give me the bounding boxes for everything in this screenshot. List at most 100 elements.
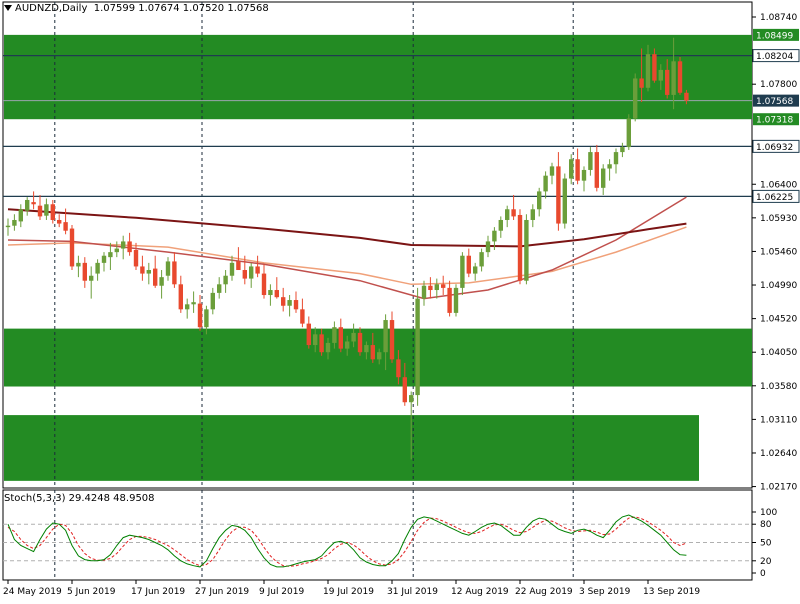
- candle-body: [31, 202, 36, 205]
- stoch-axis-label: 20: [760, 557, 772, 567]
- candle-body: [575, 159, 580, 181]
- candle-body: [389, 320, 395, 360]
- candle-body: [601, 168, 606, 188]
- candle-body: [409, 395, 414, 403]
- candle-body: [325, 342, 331, 353]
- candle-body: [639, 78, 644, 88]
- candle-body: [594, 152, 599, 188]
- support-resistance-zone: [4, 34, 752, 120]
- price-axis-label: 1.03580: [760, 382, 797, 392]
- candle-body: [645, 54, 651, 88]
- price-axis-label: 1.07800: [760, 80, 797, 90]
- candle-body: [562, 178, 567, 224]
- candle-body: [178, 284, 183, 310]
- chart-window[interactable]: 1.08740 1.07800 1.06400 1.05930 1.05460 1.049…: [0, 0, 800, 600]
- price-axis-label: 1.08740: [760, 13, 797, 23]
- candle-body: [402, 377, 407, 403]
- candle-body: [434, 284, 439, 291]
- candle-body: [223, 275, 228, 285]
- candle-body: [313, 334, 318, 346]
- candle-body: [229, 262, 235, 276]
- candle-body: [415, 298, 420, 396]
- candle-body: [581, 169, 587, 181]
- candle-body: [217, 284, 222, 293]
- candle-body: [537, 191, 542, 210]
- candle-body: [44, 204, 49, 216]
- candle-body: [428, 285, 433, 291]
- candle-body: [281, 297, 286, 306]
- candle-body: [549, 166, 555, 176]
- candle-body: [255, 266, 260, 274]
- ma-mid-line: [7, 196, 687, 300]
- candle-body: [658, 69, 663, 81]
- price-axis-label: 1.02640: [760, 449, 797, 459]
- candle-body: [268, 290, 273, 296]
- candle-body: [473, 266, 478, 274]
- candle-body: [460, 255, 465, 288]
- candle-body: [479, 252, 484, 267]
- candle-body: [191, 302, 196, 305]
- candle-body: [338, 327, 343, 349]
- candle-body: [453, 287, 459, 313]
- time-axis-label: 22 Aug 2019: [515, 587, 573, 597]
- time-axis-label: 9 Jul 2019: [259, 587, 304, 597]
- dropdown-arrow-icon[interactable]: [4, 5, 12, 11]
- candle-body: [146, 270, 151, 274]
- candle-body: [620, 147, 625, 153]
- candle-body: [76, 262, 81, 267]
- candle-body: [357, 332, 363, 353]
- candle-body: [18, 209, 23, 222]
- time-axis-label: 3 Sep 2019: [579, 587, 631, 597]
- candle-body: [511, 209, 516, 217]
- candle-body: [441, 284, 446, 288]
- candle-body: [633, 78, 638, 119]
- candle-body: [396, 359, 401, 378]
- time-axis-label: 24 May 2019: [3, 587, 62, 597]
- support-resistance-zone: [4, 415, 699, 481]
- time-axis-label: 17 Jun 2019: [131, 587, 185, 597]
- candle-body: [377, 352, 382, 360]
- candle-body: [300, 309, 305, 324]
- candle-body: [121, 241, 126, 249]
- candle-body: [261, 273, 267, 296]
- stoch-axis-label: 50: [760, 539, 772, 549]
- candle-body: [133, 250, 139, 267]
- price-axis-label: 1.04520: [760, 315, 797, 325]
- price-axis-label: 1.05460: [760, 247, 797, 257]
- candle-body: [345, 341, 350, 349]
- current-price-tag: 1.07568: [756, 97, 793, 107]
- candle-body: [485, 241, 491, 253]
- level-tag: 1.06225: [756, 193, 793, 203]
- candle-body: [25, 199, 30, 211]
- candle-body: [421, 285, 427, 299]
- price-axis-label: 1.03110: [760, 415, 797, 425]
- candle-body: [172, 261, 177, 285]
- ohlc-readout: 1.07599 1.07674 1.07520 1.07568: [93, 3, 269, 14]
- candle-body: [498, 219, 503, 231]
- candle-body: [383, 320, 388, 353]
- candle-body: [249, 266, 254, 279]
- candle-body: [63, 222, 68, 231]
- candle-body: [447, 287, 452, 313]
- candle-body: [677, 61, 683, 93]
- candle-body: [153, 268, 158, 286]
- time-axis-label: 12 Aug 2019: [451, 587, 509, 597]
- time-axis-label: 19 Jul 2019: [323, 587, 374, 597]
- ma-long-line: [7, 208, 687, 248]
- chart-canvas[interactable]: 1.08740 1.07800 1.06400 1.05930 1.05460 1.049…: [0, 0, 800, 600]
- price-axis-label: 1.02170: [760, 483, 797, 493]
- candle-body: [351, 332, 356, 342]
- candle-body: [556, 166, 561, 224]
- candle-body: [306, 323, 311, 346]
- candle-body: [671, 61, 676, 95]
- zone-price-tag: 1.08499: [756, 31, 793, 41]
- candle-body: [5, 225, 11, 228]
- candle-body: [626, 118, 631, 148]
- stoch-axis-label: 0: [760, 569, 766, 579]
- candle-body: [607, 164, 612, 169]
- level-tag: 1.08204: [756, 52, 793, 62]
- candle-body: [530, 209, 535, 220]
- price-axis-label: 1.04050: [760, 348, 797, 358]
- candle-body: [185, 304, 190, 310]
- candle-body: [210, 292, 215, 310]
